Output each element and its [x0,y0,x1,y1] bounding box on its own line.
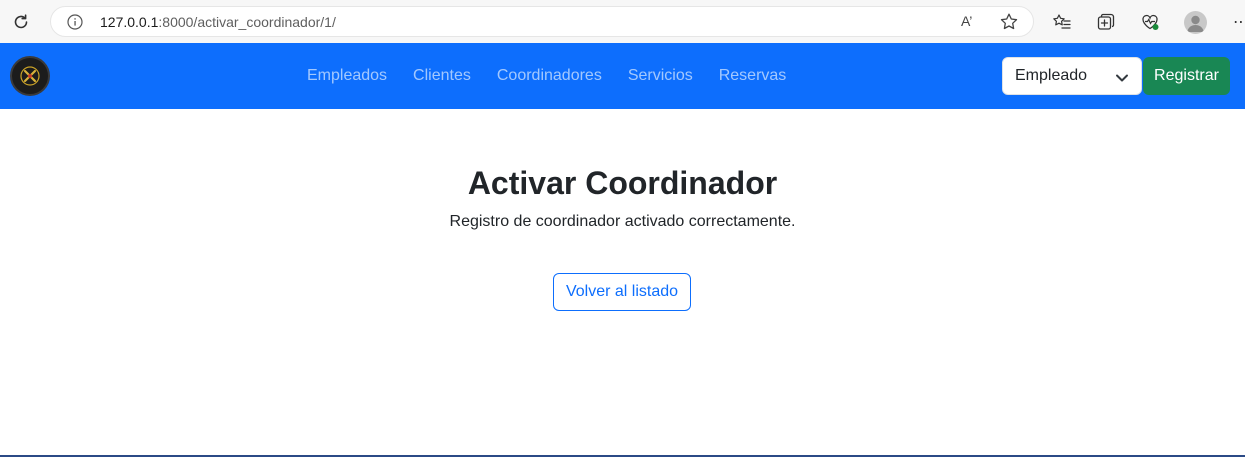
more-icon[interactable]: ⋯ [1233,12,1245,32]
address-bar[interactable]: 127.0.0.1:8000/activar_coordinador/1/ A’ [50,6,1034,37]
url-text[interactable]: 127.0.0.1:8000/activar_coordinador/1/ [100,14,336,30]
user-type-select[interactable]: Empleado [1002,57,1142,95]
user-type-select-value: Empleado [1015,67,1088,84]
register-button[interactable]: Registrar [1143,57,1230,95]
favorites-list-icon[interactable] [1052,12,1072,32]
chevron-down-icon [1115,71,1129,83]
favorite-star-icon[interactable] [999,12,1019,32]
main-content: Activar Coordinador Registro de coordina… [0,109,1245,455]
main-navbar: Empleados Clientes Coordinadores Servici… [0,43,1245,109]
back-to-list-button[interactable]: Volver al listado [553,273,691,311]
info-icon[interactable] [67,14,83,30]
nav-link-coordinadores[interactable]: Coordinadores [484,66,615,86]
reload-icon[interactable] [10,11,32,33]
url-path: :8000/activar_coordinador/1/ [158,14,336,30]
browser-toolbar: 127.0.0.1:8000/activar_coordinador/1/ A’… [0,0,1245,43]
success-message: Registro de coordinador activado correct… [449,213,796,230]
nav-links: Empleados Clientes Coordinadores Servici… [294,66,799,86]
page-title: Activar Coordinador [467,165,778,201]
nav-link-empleados[interactable]: Empleados [294,66,400,86]
nav-link-clientes[interactable]: Clientes [400,66,484,86]
read-aloud-icon[interactable]: A’ [961,13,981,31]
nav-link-reservas[interactable]: Reservas [706,66,800,86]
profile-avatar[interactable] [1184,11,1207,34]
brand-logo[interactable] [10,56,50,96]
nav-link-servicios[interactable]: Servicios [615,66,706,86]
browser-essentials-icon[interactable] [1140,12,1160,32]
url-host: 127.0.0.1 [100,14,159,30]
collections-icon[interactable] [1096,12,1116,32]
